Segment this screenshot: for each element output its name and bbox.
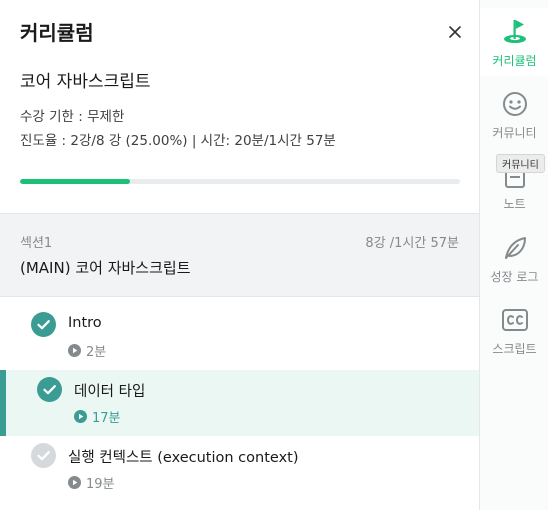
lesson-duration: 17분 (74, 407, 121, 426)
progress-bar-fill (20, 179, 130, 184)
sidebar-label: 노트 (503, 197, 526, 211)
course-title: 코어 자바스크립트 (20, 72, 151, 92)
lesson-duration-text: 17분 (92, 411, 121, 426)
lesson-title: 데이터 타입 (74, 384, 146, 400)
panel-title: 커리큘럼 (20, 21, 94, 45)
close-icon[interactable] (444, 21, 466, 43)
community-tooltip: 커뮤니티 (496, 154, 545, 173)
lesson-title: Intro (68, 315, 102, 331)
section-header[interactable]: 섹션1 8강 /1시간 57분 (MAIN) 코어 자바스크립트 (0, 213, 479, 297)
lesson-item-active[interactable]: 데이터 타입 17분 (0, 370, 479, 436)
sidebar-item-curriculum[interactable]: 커리큘럼 (480, 8, 548, 76)
close-button[interactable] (444, 21, 466, 43)
leaf-icon (505, 237, 526, 259)
lesson-duration-text: 2분 (86, 345, 107, 360)
play-icon (68, 344, 81, 357)
sidebar-item-script[interactable]: 스크립트 (480, 296, 548, 364)
course-progress-text: 진도율 : 2강/8 강 (25.00%) | 시간: 20분/1시간 57분 (20, 133, 336, 149)
right-sidebar: 커리큘럼 커뮤니티 노트 성장 로그 스크립트 (479, 0, 548, 510)
curriculum-panel: 커리큘럼 코어 자바스크립트 수강 기한 : 무제한 진도율 : 2강/8 강 … (0, 0, 480, 510)
lesson-item[interactable]: 실행 컨텍스트 (execution context) 19분 (0, 436, 479, 502)
lesson-duration: 2분 (68, 341, 106, 360)
sidebar-item-community[interactable]: 커뮤니티 (480, 80, 548, 148)
progress-bar (20, 179, 460, 184)
play-icon (68, 476, 81, 489)
sidebar-label: 커리큘럼 (492, 54, 537, 68)
section-title: (MAIN) 코어 자바스크립트 (20, 259, 191, 277)
sidebar-item-growth-log[interactable]: 성장 로그 (480, 224, 548, 292)
play-icon (74, 410, 87, 423)
cc-icon (502, 309, 528, 331)
lesson-duration-text: 19분 (86, 477, 115, 492)
sidebar-label: 스크립트 (492, 342, 537, 356)
completed-check-icon (37, 377, 62, 402)
lesson-item[interactable]: Intro 2분 (0, 305, 479, 371)
incomplete-check-icon (31, 443, 56, 468)
sidebar-label: 성장 로그 (490, 270, 539, 284)
smile-icon (503, 92, 527, 116)
section-meta: 8강 /1시간 57분 (365, 236, 459, 251)
active-indicator (0, 370, 6, 436)
section-label: 섹션1 (20, 236, 53, 251)
lesson-duration: 19분 (68, 473, 115, 492)
lesson-title: 실행 컨텍스트 (execution context) (68, 450, 299, 466)
completed-check-icon (31, 312, 56, 337)
course-period: 수강 기한 : 무제한 (20, 109, 125, 125)
flag-icon (504, 20, 526, 43)
sidebar-label: 커뮤니티 (492, 126, 537, 140)
